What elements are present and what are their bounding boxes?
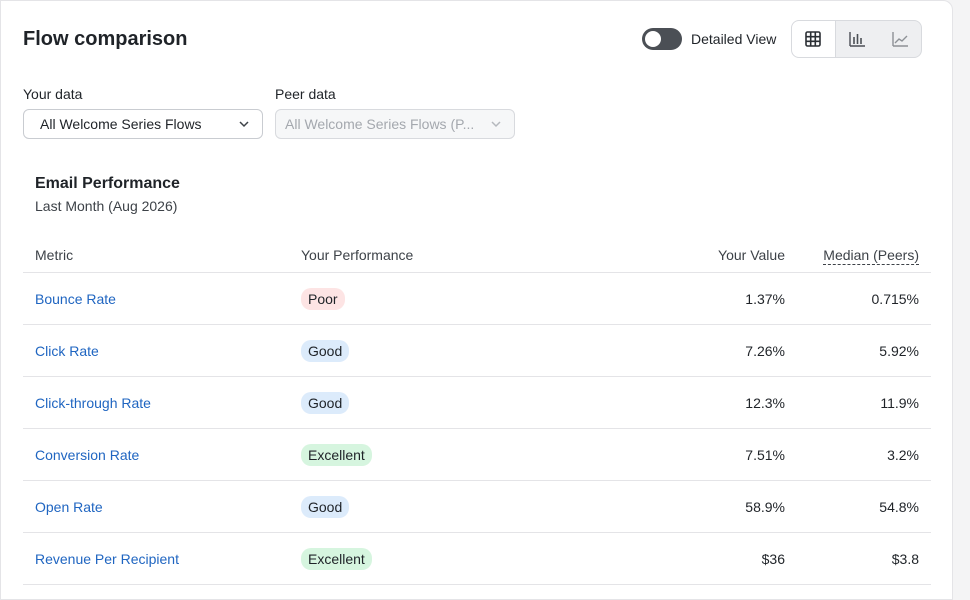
metric-cell: Bounce Rate [23,272,301,325]
performance-table: Metric Your Performance Your Value Media… [23,238,931,585]
metric-cell: Click Rate [23,324,301,377]
your-data-value: All Welcome Series Flows [40,116,202,132]
median-header-label[interactable]: Median (Peers) [823,247,919,265]
median-value-cell: 54.8% [785,480,931,533]
performance-badge: Good [301,391,350,414]
table-row: Open Rate Good 58.9% 54.8% [23,480,931,533]
metric-cell: Open Rate [23,480,301,533]
your-data-label: Your data [23,86,83,102]
detailed-view-toggle-group: Detailed View [642,28,776,50]
your-value-cell: $36 [621,532,785,585]
table-row: Click Rate Good 7.26% 5.92% [23,324,931,377]
page-title: Flow comparison [23,28,188,50]
performance-cell: Excellent [301,428,621,481]
table-row: Revenue Per Recipient Excellent $36 $3.8 [23,532,931,585]
chevron-down-icon [491,121,501,128]
section-subtitle: Last Month (Aug 2026) [35,198,178,214]
performance-badge: Excellent [301,547,372,570]
performance-cell: Good [301,376,621,429]
section-title: Email Performance [35,175,180,192]
bar-chart-icon [849,32,865,47]
metric-link[interactable]: Conversion Rate [35,447,139,463]
median-value-cell: 5.92% [785,324,931,377]
detailed-view-label: Detailed View [691,31,777,47]
metric-link[interactable]: Open Rate [35,499,103,515]
toggle-knob [645,31,661,47]
detailed-view-toggle[interactable] [642,28,682,50]
metric-cell: Click-through Rate [23,376,301,429]
line-chart-view-button[interactable] [878,21,921,57]
table-row: Bounce Rate Poor 1.37% 0.715% [23,272,931,325]
metric-link[interactable]: Revenue Per Recipient [35,551,179,567]
performance-badge: Excellent [301,443,372,466]
metric-link[interactable]: Bounce Rate [35,291,116,307]
performance-cell: Good [301,324,621,377]
performance-cell: Good [301,480,621,533]
header-performance: Your Performance [301,238,621,273]
flow-comparison-card: Flow comparison Detailed View Your data … [0,0,953,600]
peer-data-select[interactable]: All Welcome Series Flows (P... [275,109,515,139]
your-value-cell: 7.51% [621,428,785,481]
header-median[interactable]: Median (Peers) [785,238,931,273]
table-row: Conversion Rate Excellent 7.51% 3.2% [23,428,931,481]
table-view-button[interactable] [792,21,836,57]
header-value: Your Value [621,238,785,273]
performance-cell: Excellent [301,532,621,585]
performance-badge: Poor [301,287,345,310]
your-value-cell: 12.3% [621,376,785,429]
median-value-cell: 3.2% [785,428,931,481]
metric-link[interactable]: Click Rate [35,343,99,359]
header-metric: Metric [23,238,301,273]
peer-data-value: All Welcome Series Flows (P... [285,116,475,132]
performance-badge: Good [301,495,350,518]
your-value-cell: 58.9% [621,480,785,533]
line-chart-icon [891,32,908,47]
metric-cell: Revenue Per Recipient [23,532,301,585]
your-value-cell: 7.26% [621,324,785,377]
performance-badge: Good [301,339,350,362]
median-value-cell: 11.9% [785,376,931,429]
performance-cell: Poor [301,272,621,325]
your-data-select[interactable]: All Welcome Series Flows [23,109,263,139]
metric-cell: Conversion Rate [23,428,301,481]
chevron-down-icon [239,121,249,128]
view-mode-switcher [791,20,922,58]
bar-chart-view-button[interactable] [836,21,879,57]
metric-link[interactable]: Click-through Rate [35,395,151,411]
table-icon [805,31,822,47]
median-value-cell: $3.8 [785,532,931,585]
median-value-cell: 0.715% [785,272,931,325]
table-row: Click-through Rate Good 12.3% 11.9% [23,376,931,429]
table-header-row: Metric Your Performance Your Value Media… [23,238,931,273]
your-value-cell: 1.37% [621,272,785,325]
peer-data-label: Peer data [275,86,336,102]
